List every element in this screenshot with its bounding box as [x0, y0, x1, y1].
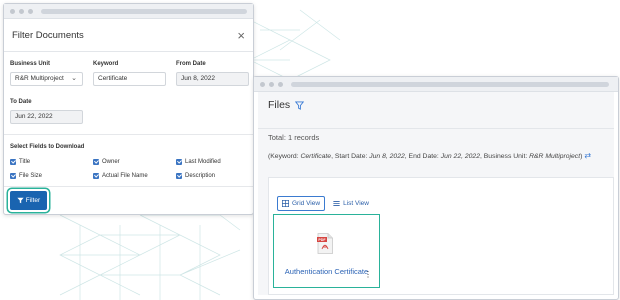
criteria-text: ): [580, 153, 583, 160]
criteria-start-date: Jun 8, 2022: [369, 153, 405, 160]
business-unit-label: Business Unit: [10, 61, 51, 67]
checkbox-file-size[interactable]: File Size: [10, 173, 42, 179]
list-view-label: List View: [343, 200, 369, 207]
business-unit-select[interactable]: R&R Multiproject ⌄: [10, 72, 83, 86]
checkbox-checked-icon: [10, 159, 16, 165]
checkbox-label: Actual File Name: [102, 173, 148, 179]
list-icon: [333, 200, 340, 207]
grid-icon: [282, 200, 289, 207]
window-dot: [19, 9, 24, 14]
dialog-title: Filter Documents: [12, 29, 84, 41]
files-heading: Files: [268, 99, 305, 111]
files-panel: Grid View List View PDF Authentication C…: [268, 177, 614, 295]
pdf-file-icon: PDF: [317, 233, 333, 254]
dialog-body: Business Unit R&R Multiproject ⌄ Keyword…: [4, 52, 253, 214]
checkbox-checked-icon: [176, 159, 182, 165]
page-title: Files: [268, 99, 291, 111]
chevron-down-icon: ⌄: [71, 75, 77, 82]
checkbox-checked-icon: [93, 173, 99, 179]
checkbox-description[interactable]: Description: [176, 173, 215, 179]
checkbox-last-modified[interactable]: Last Modified: [176, 159, 221, 165]
files-page: Files Total: 1 records (Keyword: Certifi…: [258, 92, 614, 295]
window-titlebar: [4, 4, 253, 19]
checkbox-owner[interactable]: Owner: [93, 159, 120, 165]
file-card[interactable]: PDF Authentication Certificate ⋮: [273, 214, 380, 288]
criteria-text: (Keyword:: [268, 153, 301, 160]
download-fields-label: Select Fields to Download: [10, 144, 85, 150]
criteria-text: , End Date:: [404, 153, 441, 160]
criteria-end-date: Jun 22, 2022: [440, 153, 480, 160]
to-date-label: To Date: [10, 99, 32, 105]
checkbox-label: File Size: [19, 173, 43, 179]
keyword-input[interactable]: Certificate: [93, 72, 166, 86]
from-date-value: Jun 8, 2022: [181, 75, 215, 82]
checkbox-label: Owner: [102, 159, 120, 165]
checkbox-checked-icon: [93, 159, 99, 165]
window-dot: [278, 82, 283, 87]
checkbox-label: Title: [19, 159, 31, 165]
to-date-value: Jun 22, 2022: [15, 113, 53, 120]
window-dot: [269, 82, 274, 87]
checkbox-actual-file-name[interactable]: Actual File Name: [93, 173, 148, 179]
checkbox-label: Last Modified: [185, 159, 221, 165]
criteria-keyword: Certificate: [300, 153, 332, 160]
files-window: Files Total: 1 records (Keyword: Certifi…: [253, 76, 619, 300]
filter-criteria: (Keyword: Certificate, Start Date: Jun 8…: [268, 151, 591, 160]
from-date-input[interactable]: Jun 8, 2022: [176, 72, 249, 86]
checkbox-title[interactable]: Title: [10, 159, 30, 165]
filter-documents-window: Filter Documents × Business Unit R&R Mul…: [3, 3, 254, 215]
checkbox-checked-icon: [10, 173, 16, 179]
keyword-label: Keyword: [93, 61, 119, 67]
criteria-text: , Start Date:: [331, 153, 370, 160]
from-date-label: From Date: [176, 61, 206, 67]
filter-button-label: Filter: [25, 197, 41, 204]
total-records: Total: 1 records: [268, 133, 320, 142]
divider: [4, 186, 253, 187]
window-titlebar: [254, 77, 618, 92]
filter-button[interactable]: Filter: [10, 191, 47, 210]
criteria-text: , Business Unit:: [480, 153, 530, 160]
list-view-button[interactable]: List View: [328, 196, 374, 211]
more-options-icon[interactable]: ⋮: [364, 271, 372, 279]
keyword-value: Certificate: [98, 75, 128, 82]
business-unit-value: R&R Multiproject: [15, 75, 64, 82]
divider: [4, 134, 253, 135]
dialog-header: Filter Documents ×: [4, 19, 253, 52]
to-date-input[interactable]: Jun 22, 2022: [10, 110, 83, 124]
funnel-icon: [17, 197, 24, 204]
pdf-badge-text: PDF: [318, 238, 326, 242]
checkbox-checked-icon: [176, 173, 182, 179]
filter-icon[interactable]: [295, 100, 305, 110]
divider: [258, 128, 614, 129]
window-dot: [28, 9, 33, 14]
view-toggle: Grid View List View: [277, 196, 374, 211]
address-bar: [41, 9, 247, 14]
grid-view-label: Grid View: [292, 200, 321, 207]
address-bar: [291, 82, 609, 87]
grid-view-button[interactable]: Grid View: [277, 196, 326, 211]
window-dot: [260, 82, 265, 87]
criteria-business-unit: R&R Multiproject: [529, 153, 581, 160]
checkbox-label: Description: [185, 173, 216, 179]
close-icon[interactable]: ×: [237, 29, 245, 42]
window-dot: [10, 9, 15, 14]
refresh-icon[interactable]: ⇄: [584, 151, 591, 160]
